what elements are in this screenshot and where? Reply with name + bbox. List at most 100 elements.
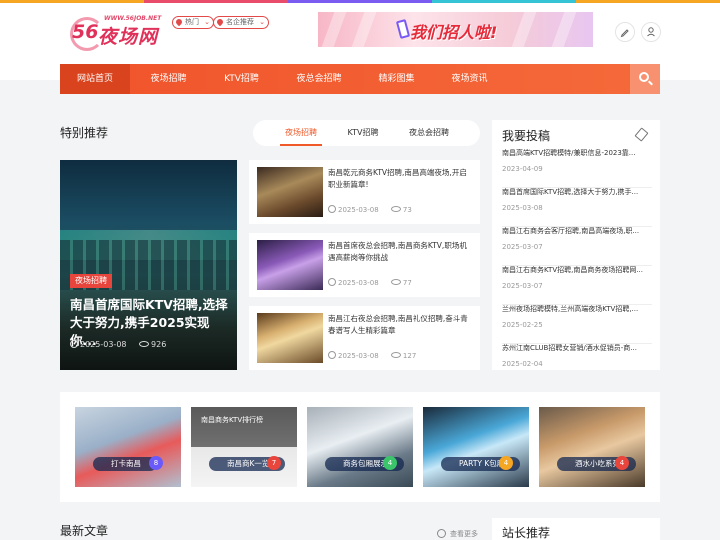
clock-icon [328,351,336,359]
logo-name: 夜场网 [98,26,159,48]
list-item[interactable]: 兰州夜场招聘模特,兰州高端夜场KTV招聘,... 2025-02-25 [502,305,652,344]
list-item-date: 2025-03-07 [502,282,543,290]
article-thumbnail[interactable] [257,167,323,217]
submit-sidebar: 我要投稿 南昌高端KTV招聘模特/兼职信息-2023靠... 2023-04-09… [492,120,660,370]
banner-text: 我们招人啦! [410,23,498,42]
chevron-right-icon [437,529,446,538]
list-item[interactable]: 南昌江右商务会客厅招聘,南昌高端夜场,职... 2025-03-07 [502,227,652,266]
eye-icon [390,206,401,212]
phone-icon [395,19,411,39]
gallery-count-badge: 8 [149,456,163,470]
article-date: 2025-03-08 [338,279,379,287]
feature-views: 926 [151,340,167,349]
feature-meta: 2025-03-08 926 [70,340,166,349]
submit-title: 我要投稿 [502,129,551,143]
article-title[interactable]: 南昌乾元商务KTV招聘,南昌高端夜场,开启职业新篇章! [328,167,474,191]
featured-tabs: 夜场招聘 KTV招聘 夜总会招聘 [253,120,480,146]
nav-item-club-jobs[interactable]: 夜总会招聘 [278,64,360,94]
gallery-item[interactable]: 南昌商务KTV排行榜 南昌商K一览 7 [191,407,297,487]
gallery-label: 打卡南昌 [93,457,157,471]
location-pin-icon [174,17,184,27]
article-thumbnail[interactable] [257,240,323,290]
list-item-title[interactable]: 南昌江右商务KTV招聘,南昌商务夜场招聘网... [502,266,652,275]
list-item-title[interactable]: 南昌高端KTV招聘模特/兼职信息-2023靠... [502,149,652,158]
nav-item-news[interactable]: 夜场资讯 [433,64,506,94]
clock-icon [70,340,78,348]
article-meta: 2025-03-08 77 [328,278,412,287]
list-item[interactable]: 南昌首席国际KTV招聘,选择大于努力,携手... 2025-03-08 [502,188,652,227]
poster-title: 南昌商务KTV排行榜 [201,416,264,424]
latest-section-title: 最新文章 [60,524,109,538]
article-card[interactable]: 南昌首席夜总会招聘,南昌商务KTV,职场机遇高薪岗等你挑战 2025-03-08… [249,233,480,297]
article-views: 73 [402,206,412,214]
view-more-link[interactable]: 查看更多 [437,529,478,539]
gallery-item[interactable]: 打卡南昌 8 [75,407,181,487]
clock-icon [328,205,336,213]
list-item-title[interactable]: 南昌首席国际KTV招聘,选择大于努力,携手... [502,188,652,197]
featured-section-title: 特别推荐 [60,126,109,140]
list-item-title[interactable]: 兰州夜场招聘模特,兰州高端夜场KTV招聘,... [502,305,652,314]
category-badge[interactable]: 夜场招聘 [70,274,112,288]
write-button[interactable] [615,22,635,42]
recruit-banner[interactable]: 我们招人啦! [318,12,593,47]
article-meta: 2025-03-08 127 [328,351,416,360]
eye-icon [390,352,401,358]
article-card[interactable]: 南昌乾元商务KTV招聘,南昌高端夜场,开启职业新篇章! 2025-03-08 7… [249,160,480,224]
article-views: 77 [402,279,412,287]
featured-main-article[interactable]: 夜场招聘 南昌首席国际KTV招聘,选择大于努力,携手2025实现你... 202… [60,160,237,370]
tab-nightclub[interactable]: 夜场招聘 [280,120,322,146]
user-button[interactable] [641,22,661,42]
article-date: 2025-03-08 [338,352,379,360]
gallery-item[interactable]: 酒水小吃系列 4 [539,407,645,487]
article-views: 127 [402,352,417,360]
chevron-down-icon: ⌄ [259,18,265,26]
list-item-date: 2025-03-08 [502,204,543,212]
nav-item-nightclub-jobs[interactable]: 夜场招聘 [132,64,205,94]
company-label: 名企推荐 [226,18,254,26]
gallery-count-badge: 4 [615,456,629,470]
gallery-item[interactable]: 商务包厢展示 4 [307,407,413,487]
article-thumbnail[interactable] [257,313,323,363]
article-meta: 2025-03-08 73 [328,205,412,214]
list-item[interactable]: 苏州江南CLUB招聘女营销/酒水促销员-商... 2025-02-04 [502,344,652,370]
recommend-title: 站长推荐 [502,526,551,540]
hot-city-selector[interactable]: 热门 ⌄ [172,16,214,29]
photo-gallery: 打卡南昌 8 南昌商务KTV排行榜 南昌商K一览 7 商务包厢展示 4 PART… [60,392,660,502]
clock-icon [328,278,336,286]
nav-item-gallery[interactable]: 精彩图集 [360,64,433,94]
nav-item-ktv-jobs[interactable]: KTV招聘 [205,64,278,94]
tab-ktv[interactable]: KTV招聘 [342,120,384,146]
site-logo[interactable]: WWW.56JOB.NET 56 夜场网 [70,13,170,53]
hot-city-label: 热门 [185,18,199,26]
article-date: 2025-03-08 [338,206,379,214]
list-item[interactable]: 南昌高端KTV招聘模特/兼职信息-2023靠... 2023-04-09 [502,149,652,188]
recommend-sidebar: 站长推荐 [492,518,660,540]
logo-number: 56 [72,21,99,43]
chevron-down-icon: ⌄ [204,18,210,26]
main-nav: 网站首页 夜场招聘 KTV招聘 夜总会招聘 精彩图集 夜场资讯 [60,64,660,94]
view-more-label: 查看更多 [450,530,478,538]
gallery-count-badge: 7 [267,456,281,470]
list-item-title[interactable]: 苏州江南CLUB招聘女营销/酒水促销员-商... [502,344,652,353]
location-pin-icon [215,17,225,27]
feature-date: 2025-03-08 [80,340,127,349]
eye-icon [139,341,150,347]
gallery-item[interactable]: PARTY K包厢 4 [423,407,529,487]
user-icon [647,27,655,37]
pencil-icon[interactable] [634,127,649,142]
article-title[interactable]: 南昌首席夜总会招聘,南昌商务KTV,职场机遇高薪岗等你挑战 [328,240,474,264]
gallery-count-badge: 4 [383,456,397,470]
list-item-date: 2025-02-04 [502,360,543,368]
list-item-title[interactable]: 南昌江右商务会客厅招聘,南昌高端夜场,职... [502,227,652,236]
list-item[interactable]: 南昌江右商务KTV招聘,南昌商务夜场招聘网... 2025-03-07 [502,266,652,305]
company-selector[interactable]: 名企推荐 ⌄ [213,16,269,29]
list-item-date: 2025-02-25 [502,321,543,329]
article-card[interactable]: 南昌江右夜总会招聘,南昌礼仪招聘,奋斗青春谱写人生精彩篇章 2025-03-08… [249,306,480,370]
nav-item-home[interactable]: 网站首页 [60,64,130,94]
list-item-date: 2023-04-09 [502,165,543,173]
eye-icon [390,279,401,285]
gallery-count-badge: 4 [499,456,513,470]
search-button[interactable] [630,64,660,94]
tab-club[interactable]: 夜总会招聘 [405,120,453,146]
article-title[interactable]: 南昌江右夜总会招聘,南昌礼仪招聘,奋斗青春谱写人生精彩篇章 [328,313,474,337]
